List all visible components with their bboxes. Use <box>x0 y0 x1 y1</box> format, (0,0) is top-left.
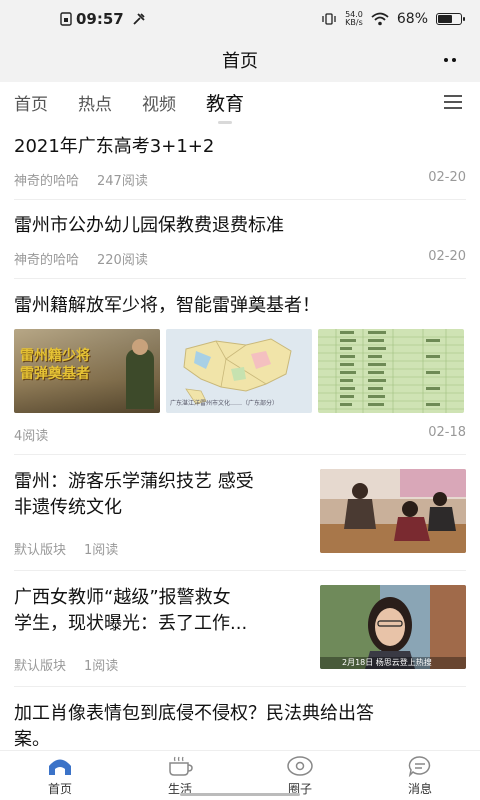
news-item[interactable]: 加工肖像表情包到底侵不侵权？民法典给出答 案。 <box>14 701 466 750</box>
news-reads: 1阅读 <box>84 543 119 558</box>
news-reads: 4阅读 <box>14 429 49 444</box>
news-item[interactable]: 雷州籍解放军少将，智能雷弹奠基者！ 雷州籍少将 雷弹奠基者 广东湛江洋雷州市文化… <box>14 293 466 444</box>
divider <box>14 278 466 279</box>
menu-icon[interactable] <box>444 95 462 109</box>
news-title: 雷州市公办幼儿园保教费退费标准 <box>14 215 284 236</box>
news-author: 神奇的哈哈 <box>14 253 80 268</box>
image-row: 雷州籍少将 雷弹奠基者 广东湛江洋雷州市文化……（广东部分） <box>14 329 466 413</box>
divider <box>14 199 466 200</box>
news-meta: 4阅读 02-18 <box>14 425 466 444</box>
divider <box>14 686 466 687</box>
news-title: 雷州：游客乐学蒲织技艺 感受 非遗传统文化 <box>14 471 254 518</box>
home-indicator <box>180 793 300 796</box>
message-icon <box>408 755 431 777</box>
image-caption: 2月18日 杨思云登上热搜 <box>342 658 432 667</box>
tab-home[interactable]: 首页 <box>14 90 48 115</box>
image-text: 雷州籍少将 雷弹奠基者 <box>20 348 90 382</box>
nav-label: 消息 <box>407 781 432 796</box>
page-title: 首页 <box>222 51 258 72</box>
battery-icon <box>436 13 465 25</box>
news-date: 02-20 <box>428 170 466 185</box>
status-time: 09:57 <box>76 10 124 28</box>
more-options-button[interactable] <box>438 50 462 70</box>
divider <box>14 454 466 455</box>
news-date: 02-20 <box>428 249 466 264</box>
news-feed: 2021年广东高考3+1+2 神奇的哈哈 247阅读 02-20 雷州市公办幼儿… <box>0 122 480 750</box>
tab-hot[interactable]: 热点 <box>78 90 112 115</box>
news-meta: 神奇的哈哈 247阅读 02-20 <box>14 170 466 189</box>
nav-label: 首页 <box>47 781 72 796</box>
vibrate-icon <box>322 13 336 25</box>
tab-video[interactable]: 视频 <box>142 90 176 115</box>
news-image: 雷州籍少将 雷弹奠基者 <box>14 329 160 413</box>
divider <box>14 570 466 571</box>
status-bar: 09:57 54.0 KB/s 68% <box>0 0 480 38</box>
news-reads: 220阅读 <box>97 253 148 268</box>
news-author: 默认版块 <box>14 659 67 674</box>
news-meta: 默认版块 1阅读 <box>14 539 118 558</box>
tab-education[interactable]: 教育 <box>206 89 244 124</box>
news-title: 加工肖像表情包到底侵不侵权？民法典给出答 案。 <box>14 703 374 750</box>
wifi-icon <box>371 12 389 26</box>
news-reads: 247阅读 <box>97 174 148 189</box>
news-title: 2021年广东高考3+1+2 <box>14 136 215 157</box>
news-title: 广西女教师“越级”报警救女 学生，现状曝光：丢了工作... <box>14 587 248 634</box>
news-author: 神奇的哈哈 <box>14 174 80 189</box>
news-author: 默认版块 <box>14 543 67 558</box>
cup-icon <box>169 756 193 776</box>
table-graphic <box>318 329 464 413</box>
news-item[interactable]: 雷州市公办幼儿园保教费退费标准 神奇的哈哈 220阅读 02-20 <box>14 213 466 268</box>
news-meta: 默认版块 1阅读 <box>14 655 118 674</box>
home-icon <box>49 759 71 775</box>
news-item[interactable]: 雷州：游客乐学蒲织技艺 感受 非遗传统文化 默认版块 1阅读 <box>14 469 466 559</box>
news-item[interactable]: 2021年广东高考3+1+2 神奇的哈哈 247阅读 02-20 <box>14 134 466 189</box>
news-image <box>320 469 466 553</box>
nav-messages[interactable]: 消息 <box>360 751 480 800</box>
news-reads: 1阅读 <box>84 659 119 674</box>
news-image-map: 广东湛江洋雷州市文化……（广东部分） <box>166 329 312 413</box>
news-item[interactable]: 广西女教师“越级”报警救女 学生，现状曝光：丢了工作... 默认版块 1阅读 2… <box>14 585 466 675</box>
news-title: 雷州籍解放军少将，智能雷弹奠基者！ <box>14 295 320 316</box>
news-meta: 神奇的哈哈 220阅读 02-20 <box>14 249 466 268</box>
news-image-table <box>318 329 464 413</box>
category-tabs: 首页 热点 视频 教育 <box>0 82 480 124</box>
battery-percent: 68% <box>396 11 428 27</box>
nav-home[interactable]: 首页 <box>0 751 120 800</box>
news-image: 2月18日 杨思云登上热搜 <box>320 585 466 669</box>
sim-card-icon <box>60 12 72 26</box>
circle-icon <box>287 755 313 776</box>
net-speed: 54.0 KB/s <box>345 10 363 27</box>
tools-icon <box>133 13 145 25</box>
map-caption: 广东湛江洋雷州市文化……（广东部分） <box>170 400 279 407</box>
news-date: 02-18 <box>428 425 466 440</box>
title-bar: 首页 <box>0 38 480 82</box>
